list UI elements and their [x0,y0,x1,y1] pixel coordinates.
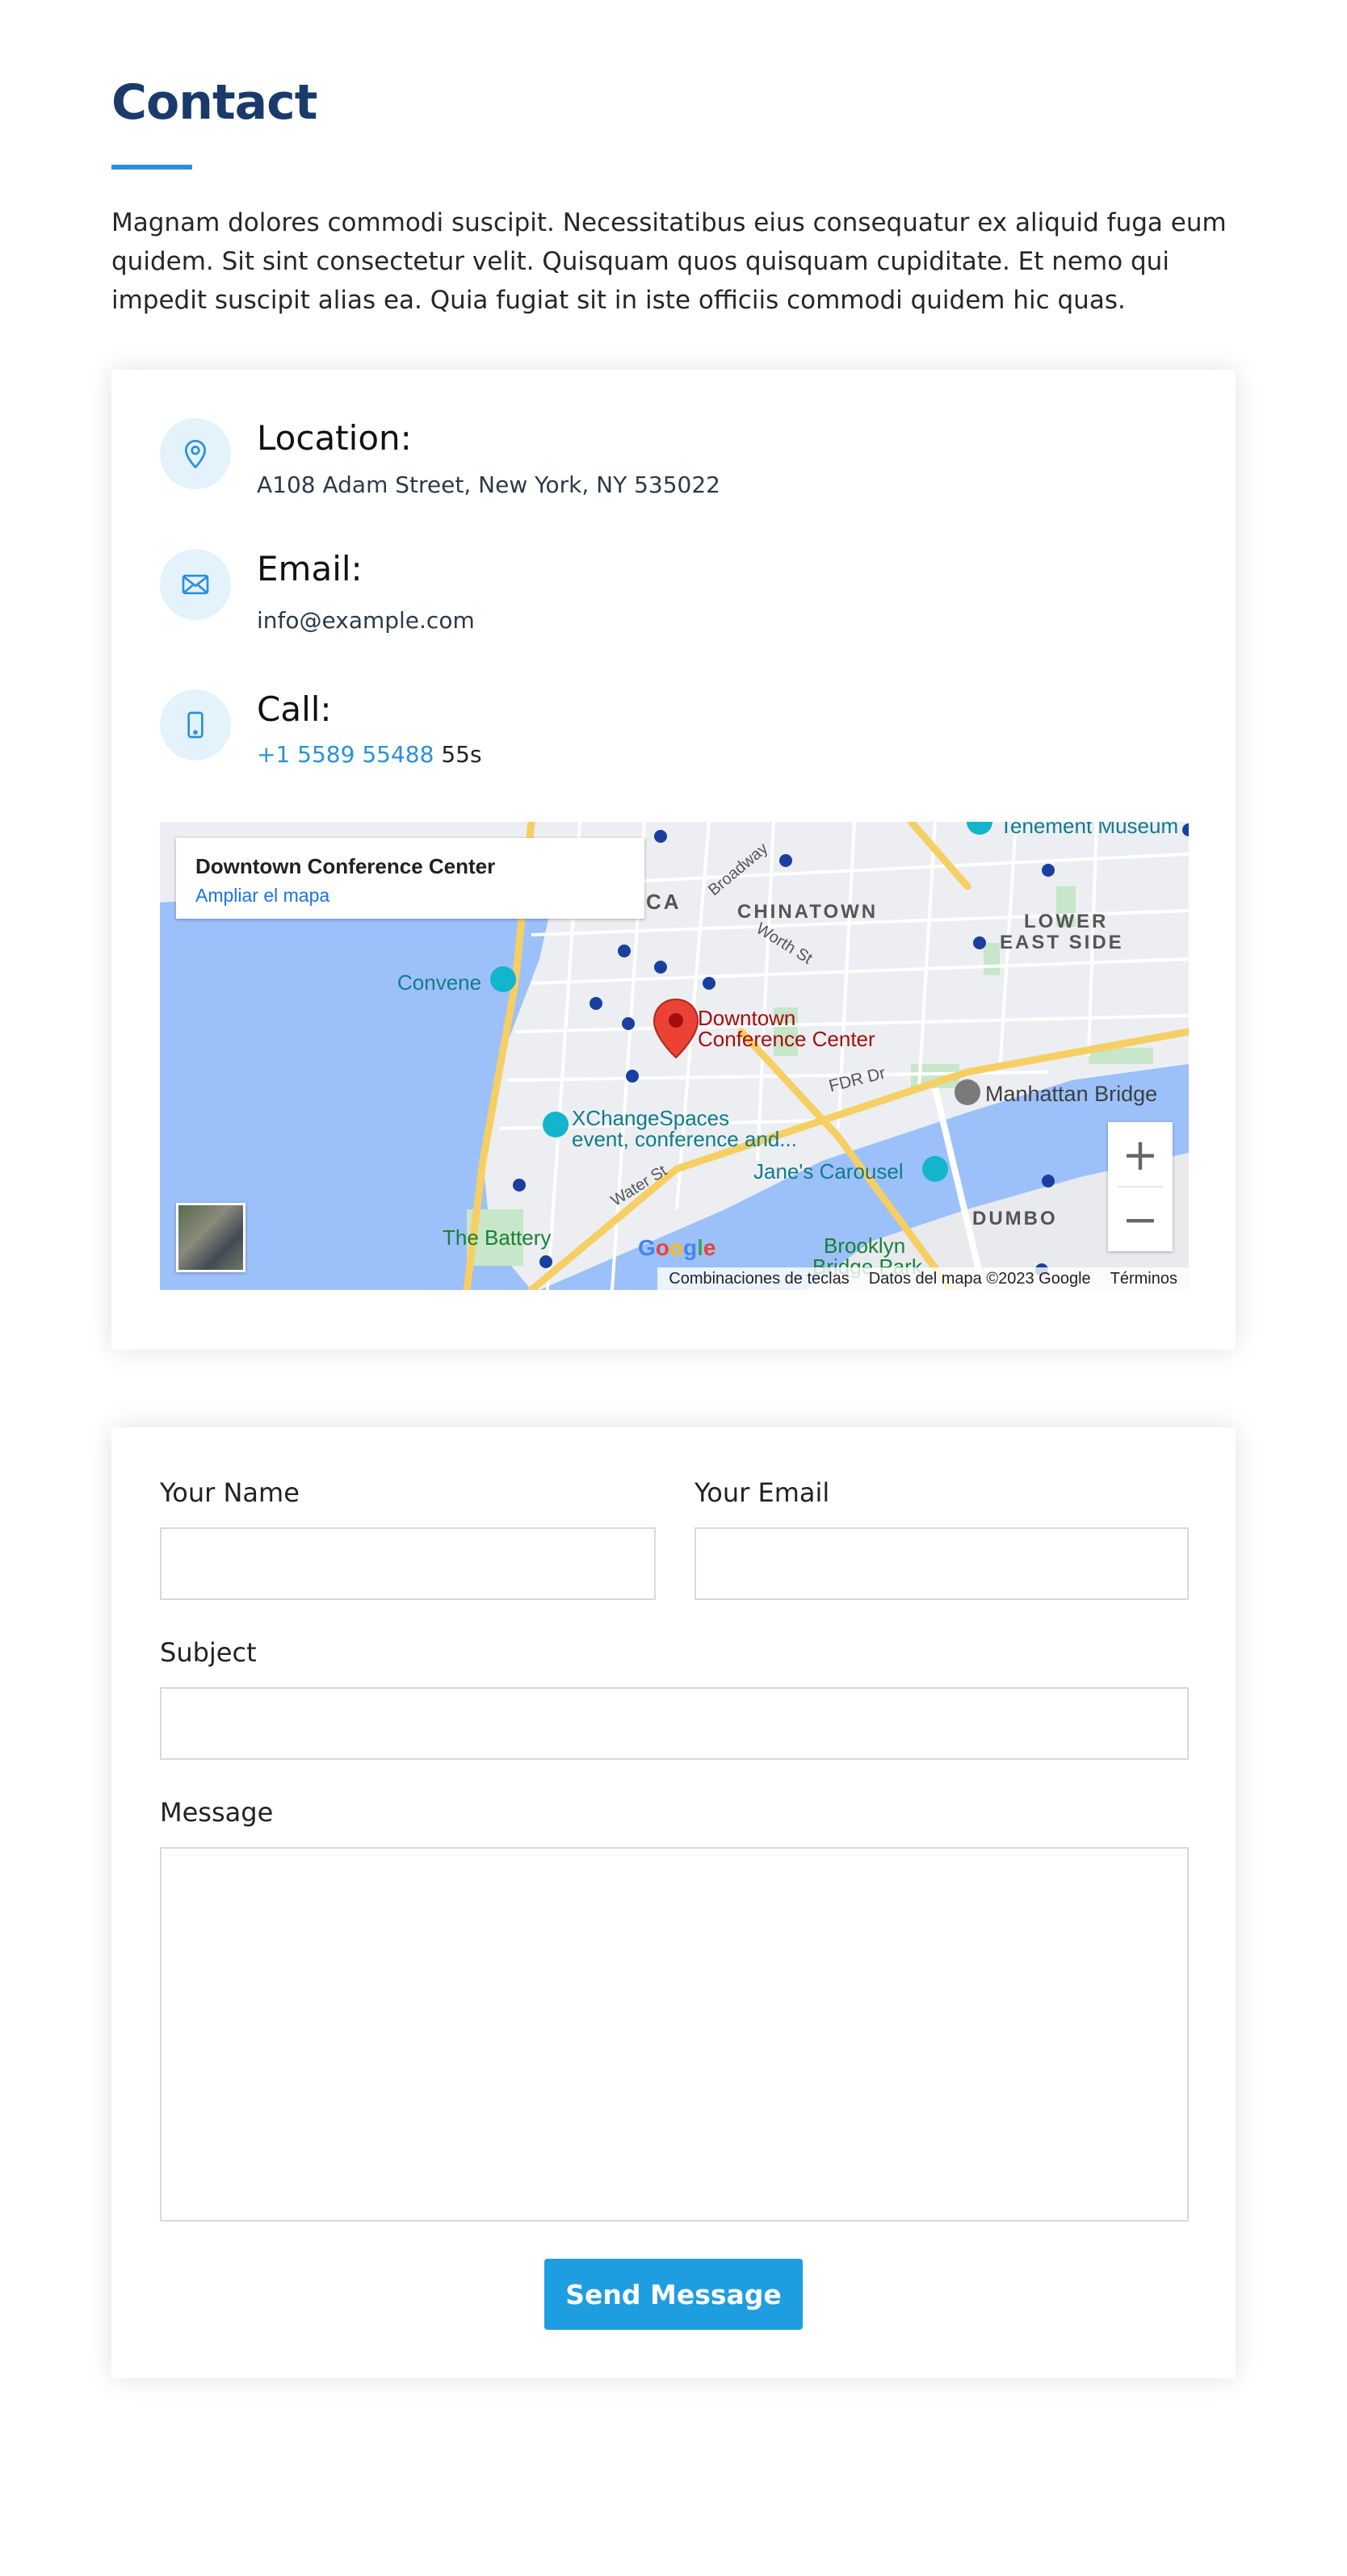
zoom-out-button[interactable]: − [1108,1187,1173,1251]
phone-link[interactable]: +1 5589 55488 [257,741,434,768]
keyboard-shortcuts-link[interactable]: Combinaciones de teclas [669,1270,849,1288]
email-label: Email: [257,549,363,589]
map-pin-label-2: Conference Center [698,1027,875,1051]
phone-icon [160,689,231,760]
message-textarea[interactable] [160,1847,1189,2222]
map-pin-icon [160,418,231,489]
map-label-xchange-2: event, conference and... [572,1127,797,1151]
map-data-attribution: Datos del mapa ©2023 Google [868,1269,1091,1288]
name-label: Your Name [160,1477,300,1508]
subject-input[interactable] [160,1687,1189,1760]
embedded-map[interactable]: CHINATOWN LOWER EAST SIDE Convene Downto… [160,822,1189,1290]
map-place-name: Downtown Conference Center [195,854,496,878]
map-label-convene: Convene [397,970,482,995]
contact-form-card: Your Name Your Email Subject Message Sen… [111,1427,1236,2378]
call-value: +1 5589 55488 55s [257,741,482,768]
map-label-east-side: EAST SIDE [1000,932,1124,953]
contact-info-card: Location: A108 Adam Street, New York, NY… [111,370,1236,1350]
location-value: A108 Adam Street, New York, NY 535022 [257,471,720,498]
message-label: Message [160,1797,274,1828]
email-label: Your Email [694,1477,830,1508]
map-label-chinatown: CHINATOWN [737,901,879,923]
map-label-dumbo: DUMBO [972,1208,1058,1229]
call-label: Call: [257,689,332,729]
envelope-icon [160,549,231,620]
map-label-the-battery: The Battery [443,1225,552,1250]
map-zoom-controls: + − [1108,1122,1173,1251]
location-label: Location: [257,418,412,458]
send-message-button[interactable]: Send Message [544,2259,803,2330]
terms-link[interactable]: Términos [1110,1270,1177,1288]
phone-suffix: 55s [441,741,482,768]
map-place-card: Downtown Conference Center Ampliar el ma… [176,838,644,919]
section-title: Contact [111,74,317,131]
map-label-manhattan-bridge: Manhattan Bridge [985,1082,1158,1106]
satellite-view-toggle[interactable] [176,1203,245,1272]
section-intro: Magnam dolores commodi suscipit. Necessi… [111,208,1227,315]
email-value: info@example.com [257,607,475,634]
google-logo: Google [638,1235,716,1260]
name-input[interactable] [160,1527,656,1600]
view-larger-map-link[interactable]: Ampliar el mapa [195,885,329,907]
map-label-lower: LOWER [1024,911,1109,932]
title-underline [111,165,192,170]
map-label-ca: CA [646,890,682,914]
map-label-janes-carousel: Jane's Carousel [753,1159,904,1183]
email-input[interactable] [694,1527,1189,1600]
map-footer: Combinaciones de teclas Datos del mapa ©… [657,1267,1189,1290]
zoom-in-button[interactable]: + [1108,1122,1173,1187]
map-label-tenement: Tenement Museum [1000,822,1179,838]
subject-label: Subject [160,1637,257,1668]
